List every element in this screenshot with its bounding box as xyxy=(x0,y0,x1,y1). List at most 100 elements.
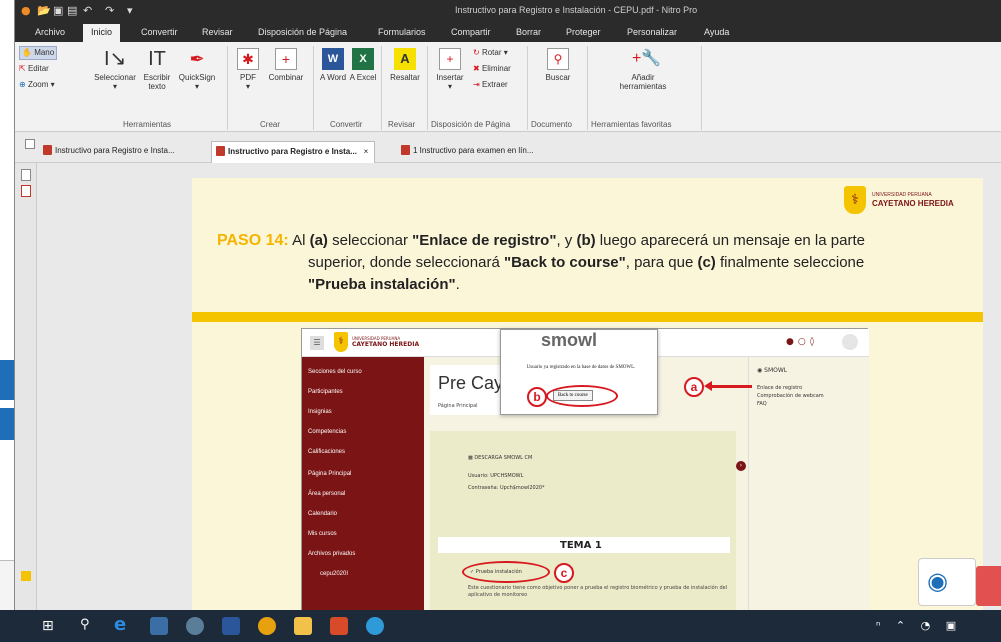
resaltar-button[interactable]: A Resaltar xyxy=(385,48,425,82)
chevron-right-icon: › xyxy=(736,461,746,471)
rotar-button[interactable]: ↻ Rotar ▾ xyxy=(473,48,508,57)
shot-breadcrumb: Página Principal xyxy=(438,403,478,409)
quicksign-button[interactable]: ✒ QuickSign ▾ xyxy=(175,48,219,91)
doc-tab-1[interactable]: Instructivo para Registro e Insta... xyxy=(43,145,175,155)
open-icon[interactable]: 📂 xyxy=(37,4,51,17)
nitro-taskbar-icon[interactable] xyxy=(330,617,348,635)
a-word-button[interactable]: WA Word xyxy=(319,48,347,82)
eliminar-button[interactable]: ✖ Eliminar xyxy=(473,64,511,73)
annotation-arrow-a xyxy=(708,385,752,388)
customize-quick-access-icon[interactable]: ▾ xyxy=(127,4,133,17)
doc-tab-3[interactable]: 1 Instructivo para examen en lín... xyxy=(401,145,534,155)
comments-icon[interactable] xyxy=(21,571,31,581)
step-line-3: "Prueba instalación". xyxy=(308,276,460,293)
pdf-file-icon xyxy=(43,145,52,155)
smowl-block-title: ◉ SMOWL xyxy=(757,367,788,374)
shot-sidebar-item: Calificaciones xyxy=(308,449,346,455)
edge-browser-icon[interactable]: e xyxy=(114,614,126,635)
nitro-logo-icon: ● xyxy=(21,4,31,17)
file-explorer-icon[interactable] xyxy=(294,617,312,635)
shot-sidebar: Secciones del curso Participantes Insign… xyxy=(302,357,424,611)
shot-sidebar-item: Insignias xyxy=(308,409,332,415)
document-tabs: Instructivo para Registro e Insta... Ins… xyxy=(15,133,1001,164)
a-excel-button[interactable]: XA Excel xyxy=(349,48,377,82)
group-documento: Documento xyxy=(531,120,572,129)
tab-inicio[interactable]: Inicio xyxy=(83,24,121,42)
tab-ayuda[interactable]: Ayuda xyxy=(704,27,729,37)
escribir-texto-button[interactable]: IT Escribir texto xyxy=(140,48,174,91)
system-tray-icons[interactable]: ⁿ ⌃ ◔ ▣ xyxy=(876,619,962,632)
text-tool-icon: IT xyxy=(148,48,166,70)
tab-personalizar[interactable]: Personalizar xyxy=(627,27,677,37)
word-taskbar-icon[interactable] xyxy=(222,617,240,635)
tab-convertir[interactable]: Convertir xyxy=(141,27,178,37)
page-divider-bar xyxy=(192,312,983,322)
usuario-line: Usuario: UPCHSMOWL xyxy=(468,473,524,479)
menu-tabs: Archivo Inicio Convertir Revisar Disposi… xyxy=(15,24,1001,42)
embedded-screenshot: ☰ ⚕ UNIVERSIDAD PERUANA CAYETANO HEREDIA… xyxy=(301,328,869,611)
app-icon[interactable] xyxy=(186,617,204,635)
save-icon[interactable]: ▣ xyxy=(53,4,63,17)
extraer-button[interactable]: ⇥ Extraer xyxy=(473,80,508,89)
group-divider xyxy=(313,46,314,130)
anadir-herramientas-button[interactable]: +🔧 Añadir herramientas xyxy=(611,48,675,91)
course-title: Pre Cay xyxy=(438,373,504,393)
assistant-taskbar-icon[interactable] xyxy=(366,617,384,635)
annotation-marker-c: c xyxy=(554,563,574,583)
undo-icon[interactable]: ↶ xyxy=(83,4,92,17)
search-icon[interactable]: ⚲ xyxy=(80,617,90,632)
hamburger-icon: ☰ xyxy=(310,336,324,350)
doc-tab-2-active[interactable]: Instructivo para Registro e Insta... × xyxy=(211,141,376,164)
app-icon[interactable] xyxy=(150,617,168,635)
upch-logo: ⚕ UNIVERSIDAD PERUANA CAYETANO HEREDIA xyxy=(840,186,970,218)
seleccionar-button[interactable]: I↘ Seleccionar ▾ xyxy=(90,48,140,91)
tab-compartir[interactable]: Compartir xyxy=(451,27,491,37)
avatar xyxy=(842,334,858,350)
step-line-2: superior, donde seleccionará "Back to co… xyxy=(308,254,865,271)
annotation-marker-a: a xyxy=(684,377,704,397)
pdf-file-icon xyxy=(401,145,410,155)
pages-icon[interactable] xyxy=(21,169,31,181)
quiz-description: Este cuestionario tiene como objetivo po… xyxy=(468,585,728,598)
logo-name: CAYETANO HEREDIA xyxy=(872,199,954,208)
tab-proteger[interactable]: Proteger xyxy=(566,27,601,37)
group-divider xyxy=(701,46,702,130)
group-divider xyxy=(381,46,382,130)
new-pdf-icon: ✱ xyxy=(237,48,259,70)
pdf-button[interactable]: ✱ PDF ▾ xyxy=(233,48,263,91)
search-icon: ⚲ xyxy=(547,48,569,70)
shot-sidebar-item: Calendario xyxy=(308,511,338,517)
smowl-logo: smowl xyxy=(541,330,598,350)
shot-sidebar-item: Mis cursos xyxy=(308,531,337,537)
tab-archivo[interactable]: Archivo xyxy=(35,27,65,37)
combinar-button[interactable]: + Combinar xyxy=(265,48,307,82)
pdf-file-icon xyxy=(216,146,225,156)
chrome-icon[interactable] xyxy=(258,617,276,635)
shot-sidebar-item: cepu2020I xyxy=(320,571,349,577)
sidebar-toggle-icon[interactable] xyxy=(25,139,35,149)
step-line-1: PASO 14: Al (a) seleccionar "Enlace de r… xyxy=(217,232,865,249)
mano-button[interactable]: ✋ Mano xyxy=(19,46,57,60)
red-side-button[interactable] xyxy=(976,566,1001,606)
download-line: ▩ DESCARGA SMOWL CM xyxy=(468,455,533,461)
print-icon[interactable]: ▤ xyxy=(67,4,77,17)
annotation-circle-c xyxy=(462,561,550,583)
group-convertir: Convertir xyxy=(330,120,363,129)
tab-revisar[interactable]: Revisar xyxy=(202,27,233,37)
tab-borrar[interactable]: Borrar xyxy=(516,27,541,37)
insertar-button[interactable]: + Insertar ▾ xyxy=(431,48,469,91)
editar-button[interactable]: ⇱ Editar xyxy=(19,64,49,73)
tab-disposicion[interactable]: Disposición de Página xyxy=(258,27,347,37)
faq-link: FAQ xyxy=(757,401,767,407)
zoom-button[interactable]: ⊕ Zoom ▾ xyxy=(19,80,55,89)
redo-icon[interactable]: ↷ xyxy=(105,4,114,17)
buscar-button[interactable]: ⚲ Buscar xyxy=(535,48,581,82)
group-crear: Crear xyxy=(260,120,281,129)
tab-formularios[interactable]: Formularios xyxy=(378,27,426,37)
close-tab-icon[interactable]: × xyxy=(364,147,369,156)
bookmarks-icon[interactable] xyxy=(21,185,31,197)
word-icon: W xyxy=(322,48,344,70)
windows-start-icon[interactable]: ⊞ xyxy=(42,618,54,634)
insert-page-icon: + xyxy=(439,48,461,70)
assistant-widget[interactable]: ◉ xyxy=(918,558,976,606)
